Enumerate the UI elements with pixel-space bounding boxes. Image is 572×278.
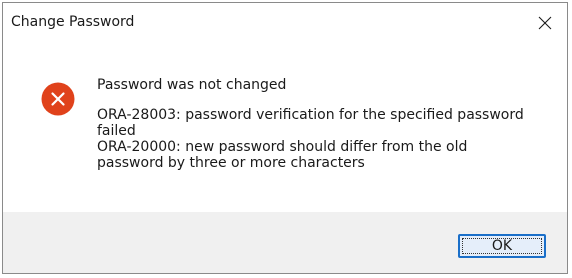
message-line: password by three or more characters [97,155,365,171]
title-bar: Change Password [3,3,567,43]
focus-rectangle [462,238,542,254]
message-heading: Password was not changed [97,77,287,93]
close-button[interactable] [523,3,567,43]
button-bar: OK [3,212,567,273]
error-message: Password was not changed ORA-28003: pass… [97,77,547,171]
message-line: ORA-20000: new password should differ fr… [97,139,468,155]
close-icon [538,16,552,30]
error-icon [41,82,75,116]
message-line: ORA-28003: password verification for the… [97,107,524,123]
ok-button[interactable]: OK [458,234,546,258]
change-password-dialog: Change Password Password was not changed… [2,2,568,274]
dialog-content: Password was not changed ORA-28003: pass… [3,43,567,212]
message-line: failed [97,123,136,139]
window-title: Change Password [11,14,135,30]
